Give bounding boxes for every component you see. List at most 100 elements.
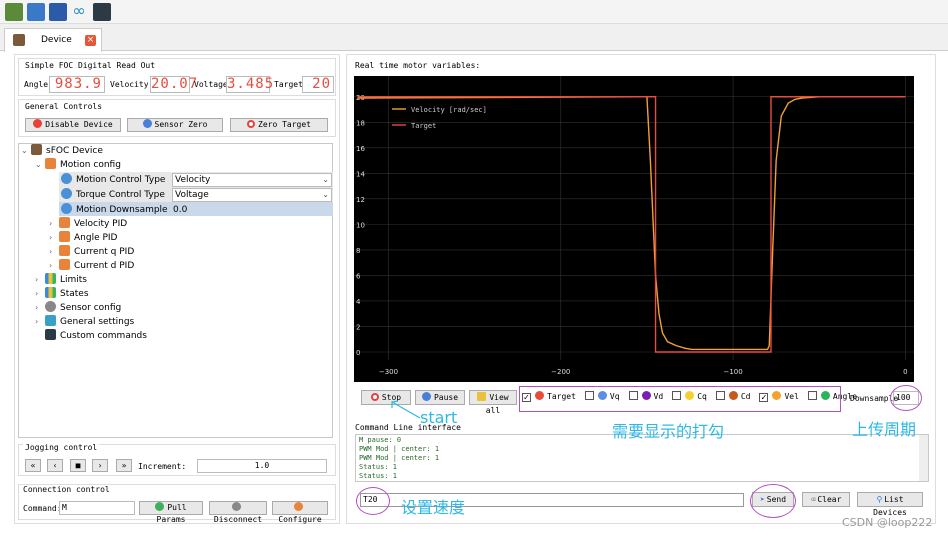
disconnect-button[interactable]: Disconnect [209, 501, 267, 524]
infinity-icon[interactable]: ∞ [70, 3, 88, 21]
tree-angle-pid[interactable]: › Angle PID [49, 231, 117, 245]
states-label: States [60, 289, 89, 299]
velocity-label: Velocity [110, 80, 149, 89]
tree-sensor-config[interactable]: › Sensor config [35, 301, 121, 315]
angle-pid-label: Angle PID [74, 233, 118, 243]
plot-title: Real time motor variables: [355, 61, 481, 70]
tree-limits[interactable]: › Limits [35, 273, 87, 287]
command-input[interactable]: M [59, 501, 135, 515]
motion-control-type-row[interactable]: Motion Control Type [61, 173, 165, 187]
downsample-highlight-circle [890, 385, 922, 411]
search-icon: ⚲ [876, 495, 883, 504]
connection-title: Connection control [23, 485, 110, 494]
tree-velocity-pid[interactable]: › Velocity PID [49, 217, 127, 231]
set-speed-annotation: 设置速度 [401, 498, 466, 517]
jog-stop-button[interactable]: ■ [70, 459, 86, 472]
tree-root[interactable]: ⌄ sFOC Device [21, 144, 103, 158]
motion-control-value: Velocity [175, 175, 211, 185]
cli-scrollbar[interactable] [919, 435, 928, 481]
tab-bar: Device × [0, 24, 948, 52]
open-icon[interactable] [27, 3, 45, 21]
folder-icon [59, 259, 70, 270]
torque-control-type-row[interactable]: Torque Control Type [61, 188, 165, 202]
increment-input[interactable]: 1.0 [197, 459, 327, 473]
angle-label: Angle [24, 80, 49, 89]
torque-control-select[interactable]: Voltage ⌄ [172, 188, 332, 202]
tree-motion-config[interactable]: ⌄ Motion config [35, 158, 121, 172]
list-devices-button[interactable]: ⚲ List Devices [857, 492, 923, 517]
angle-value: 983.9 [49, 76, 105, 93]
y-tick-label: 6 [356, 272, 361, 280]
torque-control-type-label: Torque Control Type [76, 190, 165, 200]
tree-root-label: sFOC Device [46, 146, 103, 156]
target-icon [247, 120, 255, 128]
toolbar: ∞ [0, 0, 948, 24]
eraser-icon: ⌫ [810, 495, 816, 504]
cli-input-highlight-circle [356, 487, 390, 515]
sensor-zero-label: Sensor Zero [154, 120, 208, 129]
current-d-pid-label: Current d PID [74, 261, 135, 271]
connection-group: Connection control Command: M Pull Param… [18, 484, 336, 524]
clear-button[interactable]: ⌫ Clear [802, 492, 850, 507]
gear-icon [61, 173, 72, 184]
cli-line: PWM Mod | center: 1 [359, 454, 440, 462]
gear-icon [294, 502, 303, 511]
jog-back-button[interactable]: ‹ [47, 459, 63, 472]
disconnect-label: Disconnect [213, 515, 263, 524]
legend-label-0: Velocity [rad/sec] [411, 106, 487, 114]
disable-device-button[interactable]: Disable Device [25, 118, 121, 132]
tree-current-d-pid[interactable]: › Current d PID [49, 259, 134, 273]
pull-params-button[interactable]: Pull Params [139, 501, 203, 524]
tree-states[interactable]: › States [35, 287, 89, 301]
app-icon[interactable] [5, 3, 23, 21]
velocity-plot[interactable]: 02468101214161820−300 −200 −100 0Velocity [… [354, 76, 930, 382]
readout-title: Simple FOC Digital Read Out [25, 61, 156, 70]
sensor-config-label: Sensor config [60, 303, 122, 313]
terminal-icon[interactable] [93, 3, 111, 21]
target-label: Target [274, 80, 303, 89]
start-arrow-icon [391, 400, 421, 419]
tree-current-q-pid[interactable]: › Current q PID [49, 245, 134, 259]
y-tick-label: 10 [356, 221, 365, 229]
limits-label: Limits [60, 275, 87, 285]
jog-fast-forward-button[interactable]: » [116, 459, 132, 472]
clear-label: Clear [817, 495, 842, 504]
view-all-button[interactable]: View all [469, 390, 517, 415]
device-icon [13, 34, 25, 46]
folder-icon [59, 231, 70, 242]
motion-downsample-row[interactable]: Motion Downsample [61, 203, 168, 217]
device-tree[interactable]: ⌄ sFOC Device ⌄ Motion config Motion Contr… [18, 143, 333, 438]
x-tick-label: −300 [379, 368, 398, 376]
tree-general-settings[interactable]: › General settings [35, 315, 134, 329]
general-controls-title: General Controls [25, 102, 103, 111]
configure-button[interactable]: Configure [272, 501, 328, 524]
stop-icon [370, 393, 379, 401]
sensor-zero-button[interactable]: Sensor Zero [127, 118, 223, 132]
save-icon[interactable] [49, 3, 67, 21]
tab-device[interactable]: Device × [4, 28, 102, 52]
motion-control-select[interactable]: Velocity ⌄ [172, 173, 332, 187]
x-axis-band [354, 360, 914, 382]
voltage-label: Voltage [194, 80, 228, 89]
close-icon[interactable]: × [85, 35, 96, 46]
tree-custom-commands[interactable]: Custom commands [45, 329, 147, 343]
y-tick-label: 14 [356, 170, 365, 178]
zero-target-button[interactable]: Zero Target [230, 118, 328, 132]
chevron-down-icon: ⌄ [322, 190, 329, 199]
plot-background [354, 76, 914, 360]
motion-control-type-label: Motion Control Type [76, 175, 166, 185]
custom-commands-label: Custom commands [60, 331, 147, 341]
device-icon [31, 144, 42, 155]
increment-label: Increment: [138, 462, 187, 471]
jog-fast-back-button[interactable]: « [25, 459, 41, 472]
command-label: Command: [23, 504, 62, 513]
motion-downsample-value[interactable]: 0.0 [173, 203, 187, 217]
zoom-icon [477, 392, 487, 401]
motion-config-label: Motion config [60, 160, 121, 170]
cli-line: PWM Mod | center: 1 [359, 445, 440, 453]
home-icon [142, 119, 152, 128]
disable-device-label: Disable Device [45, 120, 113, 129]
pause-button[interactable]: Pause [415, 390, 465, 405]
checkbox-annotation: 需要显示的打勾 [612, 422, 725, 441]
jog-forward-button[interactable]: › [92, 459, 108, 472]
